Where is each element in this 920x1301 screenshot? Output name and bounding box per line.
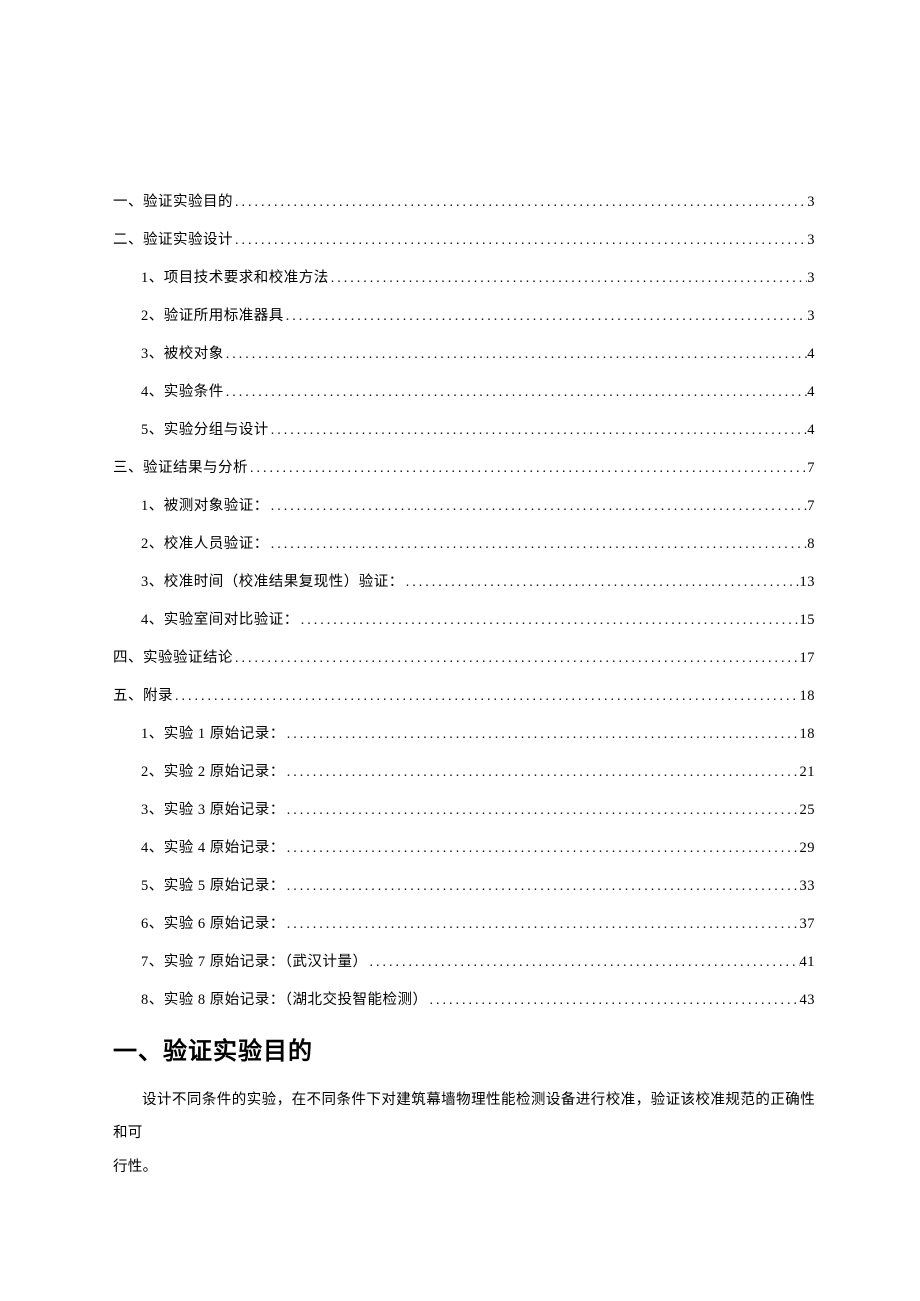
toc-entry-label: 4、实验条件 bbox=[141, 385, 224, 400]
toc-entry: 2、验证所用标准器具 .............................… bbox=[113, 309, 815, 324]
toc-entry-page: 4 bbox=[807, 347, 815, 362]
toc-entry-page: 41 bbox=[800, 955, 816, 970]
toc-entry-page: 3 bbox=[807, 233, 815, 248]
toc-entry: 二、验证实验设计................................… bbox=[113, 233, 815, 248]
toc-leader-dots: ........................................… bbox=[404, 576, 800, 590]
section-paragraph-line-2: 行性。 bbox=[113, 1151, 815, 1184]
toc-entry-page: 18 bbox=[800, 727, 816, 742]
toc-entry-page: 13 bbox=[800, 575, 816, 590]
toc-entry: 5、实验分组与设计 ..............................… bbox=[113, 423, 815, 438]
toc-leader-dots: ........................................… bbox=[233, 234, 807, 248]
toc-entry-page: 25 bbox=[800, 803, 816, 818]
toc-entry: 2、实验 2 原始记录：............................… bbox=[113, 765, 815, 780]
toc-entry: 4、实验 4 原始记录：............................… bbox=[113, 841, 815, 856]
toc-entry: 5、实验 5 原始记录：............................… bbox=[113, 879, 815, 894]
toc-entry-label: 1、被测对象验证： bbox=[141, 499, 269, 514]
toc-entry: 四、实验验证结论................................… bbox=[113, 651, 815, 666]
toc-entry: 三、验证结果与分析...............................… bbox=[113, 461, 815, 476]
toc-leader-dots: ........................................… bbox=[224, 348, 808, 362]
toc-entry-label: 8、实验 8 原始记录：（湖北交投智能检测） bbox=[141, 993, 428, 1008]
toc-entry: 2、校准人员验证： ..............................… bbox=[113, 537, 815, 552]
toc-entry-label: 5、实验 5 原始记录： bbox=[141, 879, 285, 894]
toc-entry-page: 18 bbox=[800, 689, 816, 704]
toc-entry-label: 三、验证结果与分析 bbox=[113, 461, 248, 476]
toc-entry-label: 1、项目技术要求和校准方法 bbox=[141, 271, 329, 286]
toc-entry-label: 6、实验 6 原始记录： bbox=[141, 917, 285, 932]
toc-entry-page: 3 bbox=[807, 271, 815, 286]
toc-entry-label: 4、实验 4 原始记录： bbox=[141, 841, 285, 856]
toc-entry-label: 3、被校对象 bbox=[141, 347, 224, 362]
toc-entry-page: 7 bbox=[807, 461, 815, 476]
toc-entry-page: 7 bbox=[807, 499, 815, 514]
toc-leader-dots: ........................................… bbox=[285, 842, 800, 856]
toc-entry-label: 一、验证实验目的 bbox=[113, 195, 233, 210]
toc-leader-dots: ........................................… bbox=[224, 386, 808, 400]
toc-leader-dots: ........................................… bbox=[269, 424, 808, 438]
toc-entry: 7、实验 7 原始记录：（武汉计量）......................… bbox=[113, 955, 815, 970]
toc-entry-page: 4 bbox=[807, 385, 815, 400]
toc-leader-dots: ........................................… bbox=[329, 272, 808, 286]
toc-entry-page: 37 bbox=[800, 917, 816, 932]
toc-entry-page: 8 bbox=[807, 537, 815, 552]
toc-entry: 1、项目技术要求和校准方法 ..........................… bbox=[113, 271, 815, 286]
toc-leader-dots: ........................................… bbox=[428, 994, 800, 1008]
toc-entry: 4、实验条件 .................................… bbox=[113, 385, 815, 400]
toc-leader-dots: ........................................… bbox=[285, 804, 800, 818]
toc-entry: 一、验证实验目的................................… bbox=[113, 195, 815, 210]
toc-entry-page: 3 bbox=[807, 195, 815, 210]
toc-leader-dots: ........................................… bbox=[233, 196, 807, 210]
toc-entry: 五、附录....................................… bbox=[113, 689, 815, 704]
toc-entry-label: 4、实验室间对比验证： bbox=[141, 613, 299, 628]
toc-entry-page: 17 bbox=[800, 651, 816, 666]
toc-entry: 3、被校对象 .................................… bbox=[113, 347, 815, 362]
toc-leader-dots: ........................................… bbox=[299, 614, 800, 628]
toc-entry-page: 4 bbox=[807, 423, 815, 438]
toc-entry: 6、实验 6 原始记录：............................… bbox=[113, 917, 815, 932]
toc-entry-page: 33 bbox=[800, 879, 816, 894]
toc-entry-page: 21 bbox=[800, 765, 816, 780]
toc-entry: 3、实验 3 原始记录：............................… bbox=[113, 803, 815, 818]
toc-entry: 1、被测对象验证： ..............................… bbox=[113, 499, 815, 514]
toc-entry-label: 7、实验 7 原始记录：（武汉计量） bbox=[141, 955, 368, 970]
toc-entry-label: 五、附录 bbox=[113, 689, 173, 704]
toc-leader-dots: ........................................… bbox=[269, 538, 808, 552]
toc-entry-label: 1、实验 1 原始记录： bbox=[141, 727, 285, 742]
toc-leader-dots: ........................................… bbox=[285, 728, 800, 742]
toc-leader-dots: ........................................… bbox=[173, 690, 800, 704]
toc-leader-dots: ........................................… bbox=[285, 766, 800, 780]
toc-entry-label: 3、校准时间（校准结果复现性）验证： bbox=[141, 575, 404, 590]
toc-leader-dots: ........................................… bbox=[233, 652, 800, 666]
toc-entry-label: 3、实验 3 原始记录： bbox=[141, 803, 285, 818]
toc-entry-label: 2、验证所用标准器具 bbox=[141, 309, 284, 324]
toc-leader-dots: ........................................… bbox=[248, 462, 807, 476]
section-paragraph-line-1: 设计不同条件的实验，在不同条件下对建筑幕墙物理性能检测设备进行校准，验证该校准规… bbox=[113, 1084, 815, 1151]
toc-leader-dots: ........................................… bbox=[285, 918, 800, 932]
toc-entry-page: 3 bbox=[807, 309, 815, 324]
toc-entry: 8、实验 8 原始记录：（湖北交投智能检测）..................… bbox=[113, 993, 815, 1008]
section-heading: 一、验证实验目的 bbox=[113, 1031, 815, 1066]
toc-leader-dots: ........................................… bbox=[284, 310, 808, 324]
table-of-contents: 一、验证实验目的................................… bbox=[113, 195, 815, 1008]
toc-entry-label: 2、校准人员验证： bbox=[141, 537, 269, 552]
toc-entry: 4、实验室间对比验证： ............................… bbox=[113, 613, 815, 628]
toc-leader-dots: ........................................… bbox=[285, 880, 800, 894]
toc-entry-page: 43 bbox=[800, 993, 816, 1008]
toc-entry-page: 29 bbox=[800, 841, 816, 856]
toc-entry-label: 二、验证实验设计 bbox=[113, 233, 233, 248]
toc-entry-page: 15 bbox=[800, 613, 816, 628]
toc-leader-dots: ........................................… bbox=[269, 500, 808, 514]
toc-entry-label: 5、实验分组与设计 bbox=[141, 423, 269, 438]
toc-entry: 1、实验 1 原始记录：............................… bbox=[113, 727, 815, 742]
toc-entry-label: 2、实验 2 原始记录： bbox=[141, 765, 285, 780]
toc-entry-label: 四、实验验证结论 bbox=[113, 651, 233, 666]
toc-leader-dots: ........................................… bbox=[368, 956, 800, 970]
toc-entry: 3、校准时间（校准结果复现性）验证： .....................… bbox=[113, 575, 815, 590]
